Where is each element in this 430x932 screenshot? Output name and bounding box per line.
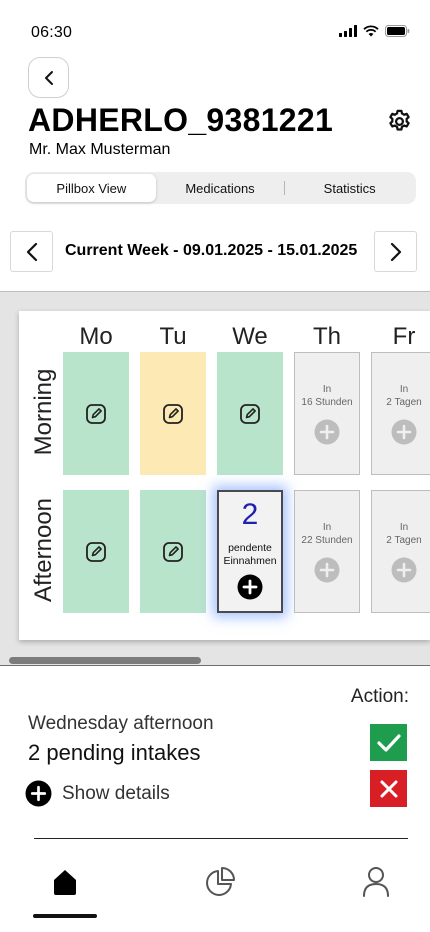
week-range-label: Current Week - 09.01.2025 - 15.01.2025 bbox=[65, 242, 358, 259]
plus-circle-icon bbox=[25, 780, 52, 807]
plus-circle-icon bbox=[391, 557, 417, 583]
slot-th-afternoon-line2: 22 Stunden bbox=[301, 535, 353, 546]
row-label-afternoon: Afternoon bbox=[30, 497, 57, 603]
reject-intake-button[interactable] bbox=[370, 770, 407, 807]
nav-statistics[interactable] bbox=[200, 862, 240, 902]
slot-we-afternoon[interactable]: 2 pendente Einnahmen bbox=[217, 490, 283, 613]
tab-medications[interactable]: Medications bbox=[156, 174, 285, 202]
edit-icon bbox=[86, 541, 106, 562]
slot-mo-morning[interactable] bbox=[63, 352, 129, 475]
slot-fr-afternoon[interactable]: In 2 Tagen bbox=[371, 490, 430, 613]
plus-circle-icon bbox=[314, 419, 340, 445]
profile-icon bbox=[363, 867, 389, 897]
chevron-left-icon bbox=[44, 70, 53, 85]
chevron-left-icon bbox=[26, 242, 37, 261]
chevron-right-icon bbox=[390, 242, 401, 261]
wifi-icon bbox=[363, 25, 379, 37]
slot-tu-morning[interactable] bbox=[140, 352, 206, 475]
day-label-tu: Tu bbox=[159, 323, 187, 350]
day-label-mo: Mo bbox=[79, 323, 113, 350]
plus-circle-icon[interactable] bbox=[237, 574, 263, 600]
pillbox-grid: Mo Tu We Th Fr Morning Afternoon In 16 S… bbox=[19, 311, 430, 640]
edit-icon bbox=[163, 541, 183, 562]
day-label-fr: Fr bbox=[392, 323, 416, 350]
bottom-nav-divider bbox=[34, 838, 408, 839]
home-icon bbox=[54, 870, 76, 895]
view-tabs: Pillbox View Medications Statistics bbox=[25, 172, 416, 204]
back-button[interactable] bbox=[28, 57, 69, 98]
next-week-button[interactable] bbox=[374, 231, 417, 272]
horizontal-scrollbar[interactable] bbox=[9, 657, 201, 664]
edit-icon bbox=[86, 403, 106, 424]
confirm-intake-button[interactable] bbox=[370, 724, 407, 761]
slot-tu-afternoon[interactable] bbox=[140, 490, 206, 613]
pending-label-line2: Einnahmen bbox=[223, 555, 277, 567]
close-icon bbox=[380, 780, 397, 797]
action-label: Action: bbox=[350, 686, 409, 707]
pending-count: 2 bbox=[241, 498, 259, 531]
patient-name: Mr. Max Musterman bbox=[29, 141, 171, 158]
edit-icon bbox=[240, 403, 260, 424]
slot-fr-afternoon-line2: 2 Tagen bbox=[386, 535, 422, 546]
nav-home[interactable] bbox=[45, 862, 85, 902]
checkmark-icon bbox=[376, 733, 401, 752]
active-tab-indicator bbox=[33, 914, 97, 918]
tab-statistics[interactable]: Statistics bbox=[285, 174, 414, 202]
slot-th-afternoon[interactable]: In 22 Stunden bbox=[294, 490, 360, 613]
day-label-th: Th bbox=[312, 323, 341, 350]
edit-icon bbox=[163, 403, 183, 424]
tab-pillbox-view[interactable]: Pillbox View bbox=[27, 174, 156, 202]
slot-th-morning[interactable]: In 16 Stunden bbox=[294, 352, 360, 475]
show-details-button[interactable]: Show details bbox=[25, 780, 170, 807]
nav-profile[interactable] bbox=[356, 862, 396, 902]
status-bar: 06:30 bbox=[0, 0, 430, 56]
gear-icon bbox=[389, 109, 410, 131]
settings-button[interactable] bbox=[386, 108, 413, 135]
slot-fr-afternoon-line1: In bbox=[399, 522, 409, 533]
slot-fr-morning-line1: In bbox=[399, 384, 409, 395]
pending-intakes-text: 2 pending intakes bbox=[28, 740, 201, 765]
battery-icon bbox=[385, 25, 410, 37]
row-label-morning: Morning bbox=[30, 368, 57, 456]
pending-label-line1: pendente bbox=[228, 542, 272, 554]
status-icons bbox=[339, 25, 410, 37]
plus-circle-icon bbox=[314, 557, 340, 583]
plus-circle-icon bbox=[391, 419, 417, 445]
slot-th-morning-line1: In bbox=[322, 384, 332, 395]
pie-chart-icon bbox=[206, 867, 235, 896]
day-label-we: We bbox=[232, 323, 268, 350]
signal-icon bbox=[339, 25, 357, 37]
patient-id: ADHERLO_9381221 bbox=[28, 102, 334, 138]
slot-mo-afternoon[interactable] bbox=[63, 490, 129, 613]
show-details-label: Show details bbox=[62, 782, 170, 804]
slot-fr-morning-line2: 2 Tagen bbox=[386, 397, 422, 408]
selected-slot-title: Wednesday afternoon bbox=[28, 713, 214, 734]
slot-th-afternoon-line1: In bbox=[322, 522, 332, 533]
status-time: 06:30 bbox=[31, 24, 73, 41]
previous-week-button[interactable] bbox=[10, 231, 53, 272]
slot-th-morning-line2: 16 Stunden bbox=[301, 397, 353, 408]
slot-we-morning[interactable] bbox=[217, 352, 283, 475]
slot-fr-morning[interactable]: In 2 Tagen bbox=[371, 352, 430, 475]
